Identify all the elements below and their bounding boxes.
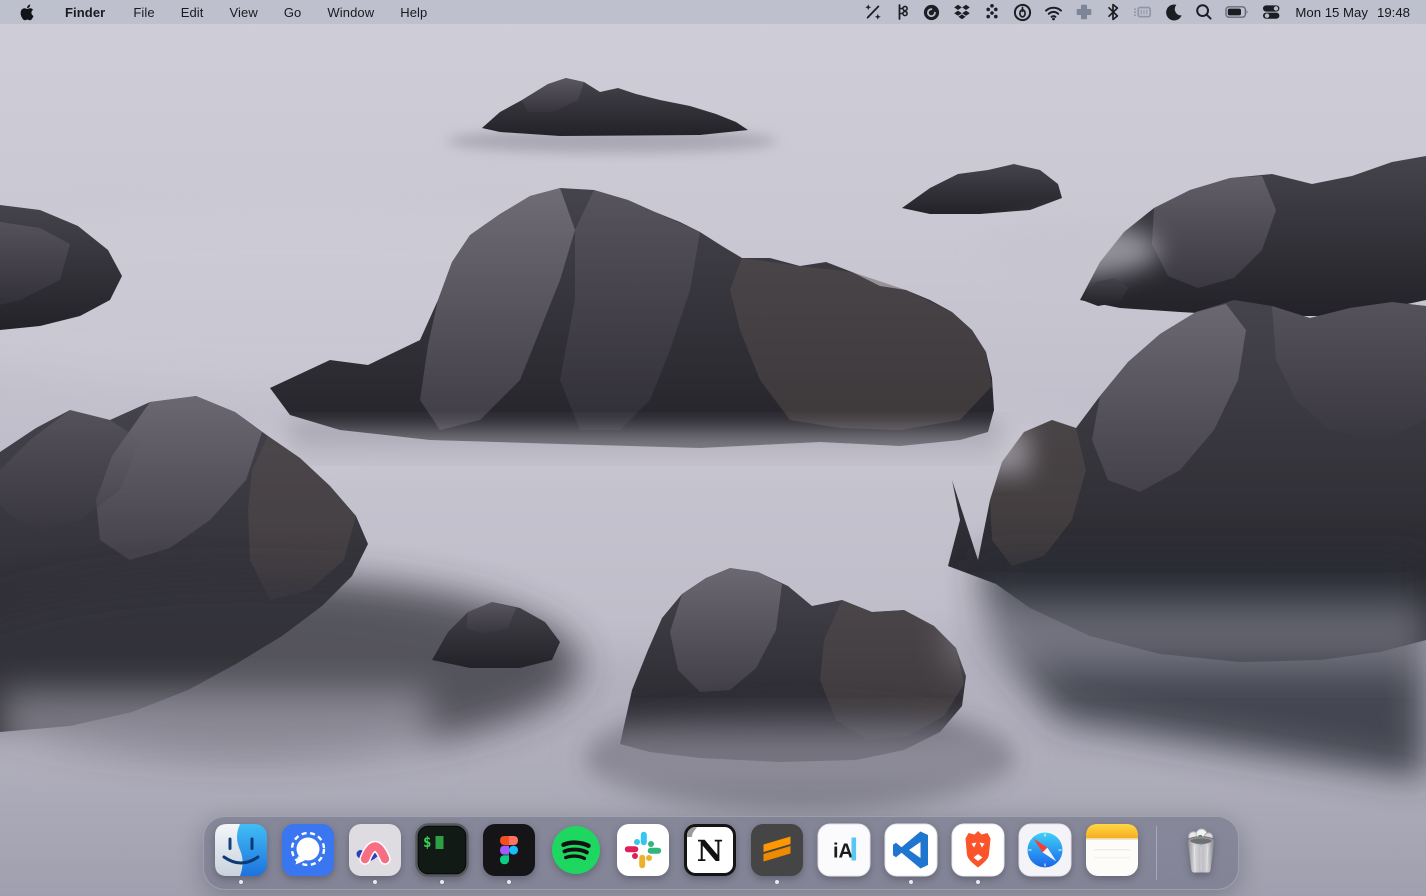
svg-text:N: N — [697, 834, 724, 868]
control-center-icon[interactable] — [1256, 0, 1287, 24]
clock-time: 19:48 — [1377, 5, 1410, 20]
signal-icon — [281, 823, 335, 877]
dock-signal[interactable] — [281, 821, 335, 885]
menu-window[interactable]: Window — [314, 0, 387, 24]
finder-icon — [214, 823, 268, 877]
menu-help[interactable]: Help — [387, 0, 440, 24]
terminal-icon: $ — [415, 823, 469, 877]
running-indicator — [909, 880, 913, 884]
svg-text:iA: iA — [833, 841, 853, 863]
desktop-wallpaper — [0, 0, 1426, 896]
dock-arc[interactable] — [348, 821, 402, 885]
menu-go[interactable]: Go — [271, 0, 315, 24]
app-menu-finder[interactable]: Finder — [50, 0, 120, 24]
dock-figma[interactable] — [482, 821, 536, 885]
notion-icon: N — [683, 823, 737, 877]
running-indicator — [976, 880, 980, 884]
focus-moon-icon[interactable] — [1158, 0, 1189, 24]
branch-pills-icon[interactable] — [888, 0, 916, 24]
desktop: Finder File Edit View Go Window Help — [0, 0, 1426, 896]
svg-text:$: $ — [423, 835, 431, 851]
dock-ia-writer[interactable]: iA — [817, 821, 871, 885]
adobe-creative-cloud-icon[interactable] — [916, 0, 947, 24]
dock-spotify[interactable] — [549, 821, 603, 885]
dropbox-icon[interactable] — [947, 0, 977, 24]
vscode-icon — [884, 823, 938, 877]
power-circle-icon[interactable] — [1007, 0, 1038, 24]
arc-browser-icon — [348, 823, 402, 877]
dots-diamond-icon[interactable] — [977, 0, 1007, 24]
dock: $ — [203, 816, 1239, 890]
menu-bar-left: Finder File Edit View Go Window Help — [0, 0, 440, 24]
dock-vscode[interactable] — [884, 821, 938, 885]
running-indicator — [440, 880, 444, 884]
dock-finder[interactable] — [214, 821, 268, 885]
dock-safari[interactable] — [1018, 821, 1072, 885]
menu-bar: Finder File Edit View Go Window Help — [0, 0, 1426, 24]
screen-frame-dimmed-icon[interactable] — [1127, 0, 1158, 24]
menu-bar-status-area: Mon 15 May 19:48 — [858, 0, 1426, 24]
dock-trash[interactable] — [1174, 821, 1228, 885]
dock-brave[interactable] — [951, 821, 1005, 885]
running-indicator — [373, 880, 377, 884]
dock-separator — [1156, 826, 1157, 880]
sublime-text-icon — [750, 823, 804, 877]
menu-view[interactable]: View — [217, 0, 271, 24]
safari-icon — [1018, 823, 1072, 877]
running-indicator — [775, 880, 779, 884]
brave-icon — [951, 823, 1005, 877]
plus-cross-dimmed-icon[interactable] — [1069, 0, 1099, 24]
figma-icon — [482, 823, 536, 877]
clock-date: Mon 15 May — [1295, 5, 1368, 20]
wifi-icon[interactable] — [1038, 0, 1069, 24]
running-indicator — [239, 880, 243, 884]
slack-icon — [616, 823, 670, 877]
menu-file[interactable]: File — [120, 0, 167, 24]
bluetooth-icon[interactable] — [1099, 0, 1127, 24]
ia-writer-icon: iA — [817, 823, 871, 877]
notes-icon — [1085, 823, 1139, 877]
spotify-icon — [549, 823, 603, 877]
running-indicator — [507, 880, 511, 884]
dock-notion[interactable]: N — [683, 821, 737, 885]
apple-menu[interactable] — [18, 0, 50, 24]
dock-sublime-text[interactable] — [750, 821, 804, 885]
trash-full-icon — [1174, 823, 1228, 877]
menu-bar-clock[interactable]: Mon 15 May 19:48 — [1287, 5, 1416, 20]
dock-slack[interactable] — [616, 821, 670, 885]
dock-terminal[interactable]: $ — [415, 821, 469, 885]
magic-wand-sparkles-icon[interactable] — [858, 0, 888, 24]
battery-icon[interactable] — [1219, 0, 1256, 24]
menu-edit[interactable]: Edit — [168, 0, 217, 24]
dock-notes[interactable] — [1085, 821, 1139, 885]
apple-icon — [20, 4, 34, 21]
spotlight-search-icon[interactable] — [1189, 0, 1219, 24]
